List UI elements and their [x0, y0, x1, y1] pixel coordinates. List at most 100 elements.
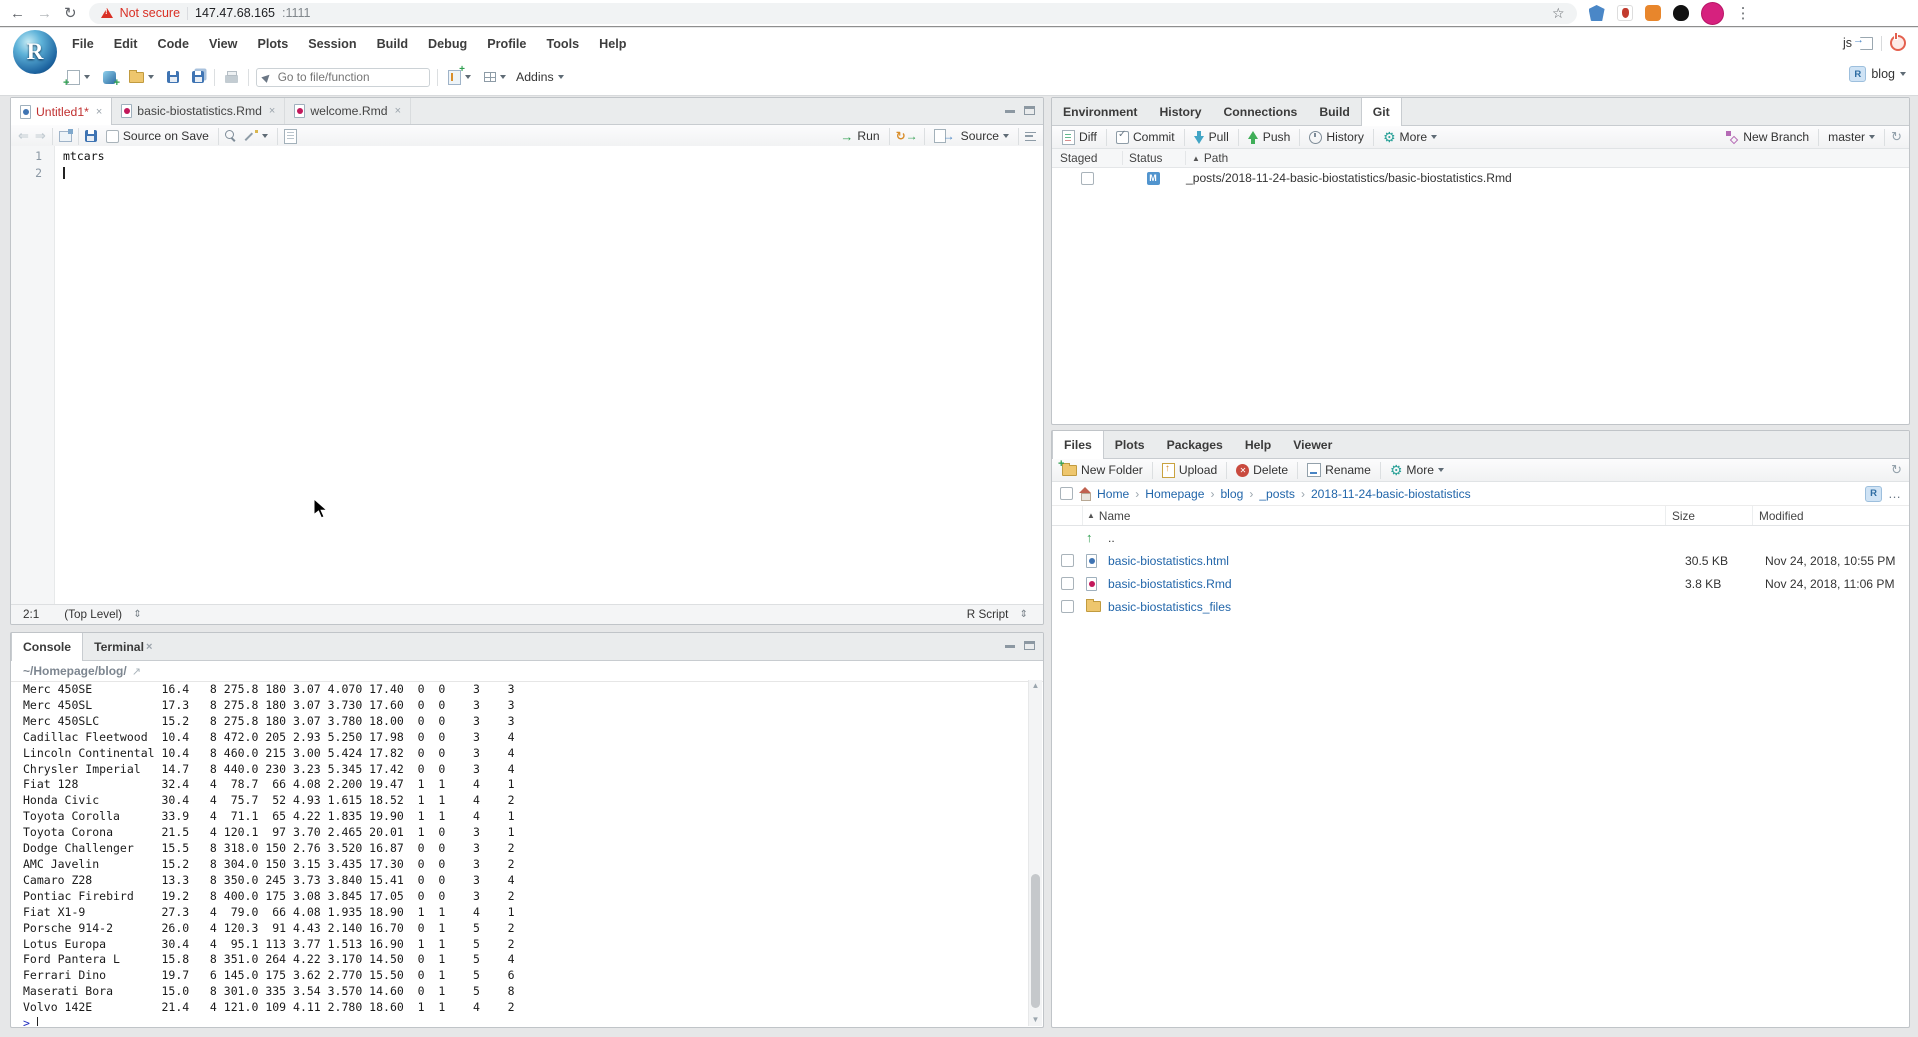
close-tab-icon[interactable]: × [96, 106, 102, 118]
tab-connections[interactable]: Connections [1213, 98, 1309, 125]
file-row--[interactable]: ↑.. [1052, 526, 1909, 549]
goto-file-box[interactable]: ▶ [256, 68, 430, 87]
new-branch-button[interactable]: New Branch [1723, 130, 1812, 144]
console-prompt-line[interactable]: > [11, 1016, 1028, 1026]
git-file-row[interactable]: M _posts/2018-11-24-basic-biostatistics/… [1052, 168, 1909, 188]
sign-out-icon[interactable] [1860, 37, 1873, 50]
menu-session[interactable]: Session [298, 33, 366, 55]
source-on-save-toggle[interactable]: Source on Save [103, 129, 212, 143]
branch-selector[interactable]: master [1825, 130, 1878, 144]
file-row-basic-biostatistics-files[interactable]: basic-biostatistics_files [1052, 595, 1909, 618]
extension-icon-4[interactable] [1673, 5, 1689, 21]
save-source-icon[interactable] [85, 130, 97, 142]
name-column-header[interactable]: ▲Name [1082, 506, 1665, 525]
source-tab-basic-biostatistics-rmd[interactable]: basic-biostatistics.Rmd× [112, 98, 285, 124]
source-button[interactable]: →Source [931, 129, 1012, 143]
console-scrollbar[interactable]: ▲ ▼ [1028, 680, 1042, 1026]
breadcrumb-homepage[interactable]: Homepage [1145, 487, 1204, 501]
file-checkbox[interactable] [1061, 600, 1074, 613]
minimize-icon[interactable] [1005, 645, 1015, 648]
maximize-icon[interactable] [1024, 106, 1035, 115]
checkbox[interactable] [106, 130, 119, 143]
tab-console[interactable]: Console [11, 633, 83, 661]
path-column-header[interactable]: ▲Path [1186, 151, 1909, 165]
scrollbar-thumb[interactable] [1031, 874, 1040, 1008]
goto-directory-icon[interactable]: ↗ [132, 665, 141, 678]
refresh-icon[interactable]: ↻ [1891, 462, 1902, 478]
file-name-link[interactable]: basic-biostatistics.html [1108, 554, 1229, 568]
save-all-button[interactable] [189, 71, 207, 83]
git-more-button[interactable]: More [1380, 130, 1440, 145]
code-tools-button[interactable] [243, 130, 271, 142]
home-icon[interactable] [1079, 488, 1092, 500]
goto-file-input[interactable] [276, 69, 400, 85]
select-all-checkbox[interactable] [1060, 487, 1073, 500]
breadcrumb-2018-11-24-basic-biostatistics[interactable]: 2018-11-24-basic-biostatistics [1311, 487, 1471, 501]
address-bar[interactable]: Not secure 147.47.68.165 :1111 ☆ [89, 3, 1577, 24]
extension-icon-1[interactable] [1589, 5, 1605, 21]
print-button[interactable] [222, 72, 241, 83]
open-file-button[interactable] [126, 72, 157, 83]
menu-edit[interactable]: Edit [104, 33, 148, 55]
extension-icon-2[interactable] [1617, 5, 1633, 21]
close-tab-icon[interactable]: × [395, 105, 401, 117]
browser-menu-icon[interactable]: ⋮ [1736, 4, 1751, 22]
tab-viewer[interactable]: Viewer [1282, 431, 1343, 458]
file-name-link[interactable]: basic-biostatistics.Rmd [1108, 577, 1232, 591]
staged-checkbox[interactable] [1081, 172, 1094, 185]
new-project-button[interactable] [100, 71, 119, 84]
git-history-button[interactable]: History [1306, 130, 1367, 144]
files-more-button[interactable]: More [1387, 463, 1447, 478]
git-diff-button[interactable]: Diff [1059, 130, 1100, 145]
new-file-button[interactable] [64, 70, 93, 85]
tab-git[interactable]: Git [1361, 98, 1402, 126]
git-push-button[interactable]: Push [1245, 130, 1294, 144]
tab-help[interactable]: Help [1234, 431, 1282, 458]
find-replace-icon[interactable] [225, 130, 234, 139]
rerun-icon[interactable]: ↻→ [896, 129, 918, 143]
modified-column-header[interactable]: Modified [1752, 506, 1909, 525]
refresh-icon[interactable]: ↻ [1891, 129, 1902, 145]
status-column-header[interactable]: Status [1123, 151, 1186, 165]
close-tab-icon[interactable]: × [269, 105, 275, 117]
bookmark-star-icon[interactable]: ☆ [1552, 5, 1565, 22]
menu-plots[interactable]: Plots [247, 33, 298, 55]
menu-code[interactable]: Code [148, 33, 199, 55]
tab-plots[interactable]: Plots [1104, 431, 1156, 458]
menu-help[interactable]: Help [589, 33, 636, 55]
tab-packages[interactable]: Packages [1156, 431, 1234, 458]
forward-icon[interactable]: → [37, 6, 52, 21]
scroll-down-icon[interactable]: ▼ [1029, 1014, 1042, 1026]
menu-file[interactable]: File [62, 33, 104, 55]
source-tab-welcome-rmd[interactable]: welcome.Rmd× [285, 98, 411, 124]
files-delete-button[interactable]: Delete [1233, 463, 1291, 477]
compile-report-icon[interactable] [284, 129, 297, 144]
close-tab-icon[interactable]: × [146, 641, 152, 653]
tab-files[interactable]: Files [1052, 431, 1104, 459]
file-row-basic-biostatistics-rmd[interactable]: basic-biostatistics.Rmd3.8 KBNov 24, 201… [1052, 572, 1909, 595]
git-pull-button[interactable]: Pull [1191, 130, 1232, 144]
file-name-link[interactable]: .. [1108, 531, 1115, 545]
project-selector[interactable]: R blog [1849, 66, 1906, 82]
files-upload-button[interactable]: Upload [1159, 463, 1220, 478]
refresh-icon[interactable]: ↻ [64, 6, 77, 21]
files-new-folder-button[interactable]: New Folder [1059, 463, 1146, 477]
workspace-panes-button[interactable] [481, 72, 509, 82]
forward-source-icon[interactable]: ⇒ [35, 128, 46, 144]
menu-view[interactable]: View [199, 33, 247, 55]
save-button[interactable] [164, 71, 182, 83]
source-tab-untitled1-[interactable]: Untitled1*× [11, 98, 112, 125]
files-rename-button[interactable]: Rename [1304, 463, 1374, 477]
tab-history[interactable]: History [1149, 98, 1213, 125]
staged-column-header[interactable]: Staged [1052, 151, 1123, 165]
quit-session-icon[interactable] [1890, 35, 1906, 51]
extension-icon-3[interactable] [1645, 5, 1661, 21]
menu-debug[interactable]: Debug [418, 33, 477, 55]
profile-avatar[interactable] [1701, 2, 1724, 25]
back-icon[interactable]: ← [10, 6, 25, 21]
tab-environment[interactable]: Environment [1052, 98, 1149, 125]
more-columns-icon[interactable]: … [1888, 486, 1901, 501]
file-row-basic-biostatistics-html[interactable]: basic-biostatistics.html30.5 KBNov 24, 2… [1052, 549, 1909, 572]
scope-selector[interactable]: (Top Level) ⇕ [61, 608, 144, 621]
menu-tools[interactable]: Tools [536, 33, 589, 55]
